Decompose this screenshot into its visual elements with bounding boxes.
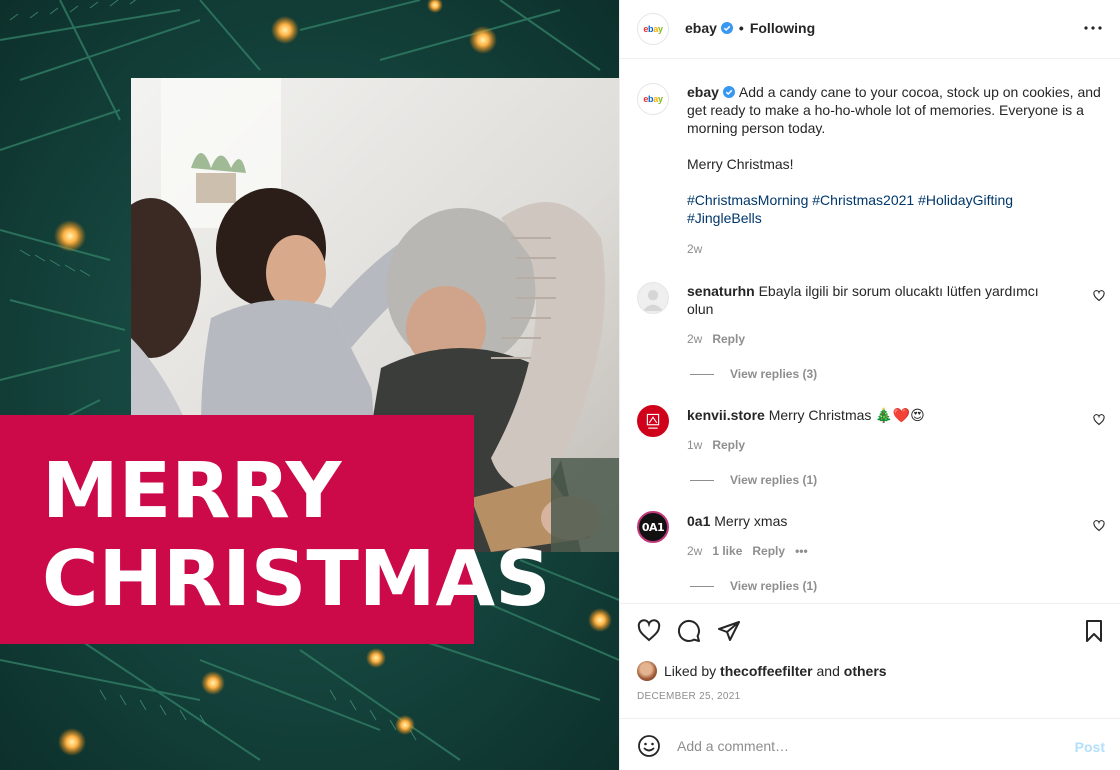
comment-meta: 2w 1 like Reply •••	[687, 544, 808, 558]
comment-text: senaturhn Ebayla ilgili bir sorum olucak…	[687, 282, 1067, 318]
reply-button[interactable]: Reply	[712, 332, 745, 346]
ebay-logo: ebay	[643, 94, 663, 104]
comments-list[interactable]: ebay ebay Add a candy cane to your cocoa,…	[620, 60, 1120, 603]
hashtag-link[interactable]: #Christmas2021	[812, 192, 914, 208]
liked-others[interactable]: others	[844, 663, 887, 679]
comment-text: kenvii.store Merry Christmas 🎄❤️😍	[687, 406, 1067, 424]
banner-line-1: MERRY	[42, 447, 342, 536]
ebay-logo: ebay	[643, 24, 663, 34]
oa1-logo-icon: 0A1	[641, 520, 665, 534]
comment-meta: 1w Reply	[687, 438, 745, 452]
bookmark-icon[interactable]	[1082, 619, 1106, 643]
caption-avatar[interactable]: ebay	[637, 83, 669, 115]
caption-username[interactable]: ebay	[687, 84, 719, 100]
comment-more-options[interactable]: •••	[795, 544, 808, 558]
comment-text: 0a1 Merry xmas	[687, 512, 1067, 530]
banner-text: MERRY CHRISTMAS	[42, 448, 551, 624]
hashtag-link[interactable]: #ChristmasMorning	[687, 192, 808, 208]
view-replies-button[interactable]: View replies (1)	[690, 579, 817, 593]
liker-avatar[interactable]	[637, 661, 657, 681]
post-detail-panel: ebay ebay • Following ebay ebay Add a candy…	[619, 0, 1120, 770]
share-icon[interactable]	[717, 619, 741, 643]
post-header: ebay ebay • Following	[620, 0, 1120, 59]
comment-time[interactable]: 2w	[687, 544, 702, 558]
hashtag-link[interactable]: #JingleBells	[687, 210, 762, 226]
comment-avatar[interactable]: 0A1	[637, 511, 669, 543]
liked-user[interactable]: thecoffeefilter	[720, 663, 813, 679]
post-actions: Liked by thecoffeefilter and others DECE…	[620, 603, 1120, 718]
header-username[interactable]: ebay	[685, 20, 717, 36]
comment-time[interactable]: 1w	[687, 438, 702, 452]
header-separator: •	[738, 20, 744, 36]
ebay-avatar[interactable]: ebay	[637, 13, 669, 45]
post-media[interactable]: MERRY CHRISTMAS	[0, 0, 619, 770]
liked-by: Liked by thecoffeefilter and others	[637, 661, 887, 681]
post-button[interactable]: Post	[1075, 739, 1105, 755]
caption-hashtags: #ChristmasMorning #Christmas2021 #Holida…	[687, 191, 1107, 227]
comment-icon[interactable]	[677, 619, 701, 643]
comment-meta: 2w Reply	[687, 332, 745, 346]
verified-icon	[722, 86, 735, 98]
caption-body: Add a candy cane to your cocoa, stock up…	[687, 84, 1101, 136]
caption-text: ebay Add a candy cane to your cocoa, stoc…	[687, 83, 1107, 227]
comment-username[interactable]: 0a1	[687, 513, 710, 529]
caption-line-2: Merry Christmas!	[687, 156, 794, 172]
comment-like-heart-icon[interactable]	[1093, 520, 1105, 532]
heart-icon[interactable]	[637, 619, 661, 643]
comment-body: Merry xmas	[714, 513, 788, 529]
kenvii-logo-icon	[646, 413, 660, 429]
comment-body: Merry Christmas 🎄❤️😍	[768, 407, 925, 423]
more-options-icon[interactable]	[1083, 18, 1103, 38]
comment-input[interactable]	[677, 735, 1057, 757]
post-date[interactable]: DECEMBER 25, 2021	[637, 691, 740, 702]
comment-like-heart-icon[interactable]	[1093, 290, 1105, 302]
default-user-icon	[642, 290, 664, 312]
comment-avatar[interactable]	[637, 405, 669, 437]
following-button[interactable]: Following	[750, 20, 815, 36]
view-replies-button[interactable]: View replies (1)	[690, 473, 817, 487]
banner-line-2: CHRISTMAS	[42, 535, 551, 624]
add-comment-bar: Post	[620, 718, 1120, 770]
hashtag-link[interactable]: #HolidayGifting	[918, 192, 1013, 208]
comment-avatar[interactable]	[637, 282, 669, 314]
comment-time[interactable]: 2w	[687, 332, 702, 346]
reply-button[interactable]: Reply	[752, 544, 785, 558]
comment-username[interactable]: senaturhn	[687, 283, 755, 299]
view-replies-button[interactable]: View replies (3)	[690, 367, 817, 381]
comment-username[interactable]: kenvii.store	[687, 407, 765, 423]
comment-like-heart-icon[interactable]	[1093, 414, 1105, 426]
verified-icon	[720, 22, 733, 34]
comment-likes[interactable]: 1 like	[712, 544, 742, 558]
liked-prefix: Liked by	[664, 663, 717, 679]
liked-and: and	[816, 663, 840, 679]
emoji-icon[interactable]	[637, 734, 661, 758]
reply-button[interactable]: Reply	[712, 438, 745, 452]
caption-time[interactable]: 2w	[687, 242, 702, 256]
